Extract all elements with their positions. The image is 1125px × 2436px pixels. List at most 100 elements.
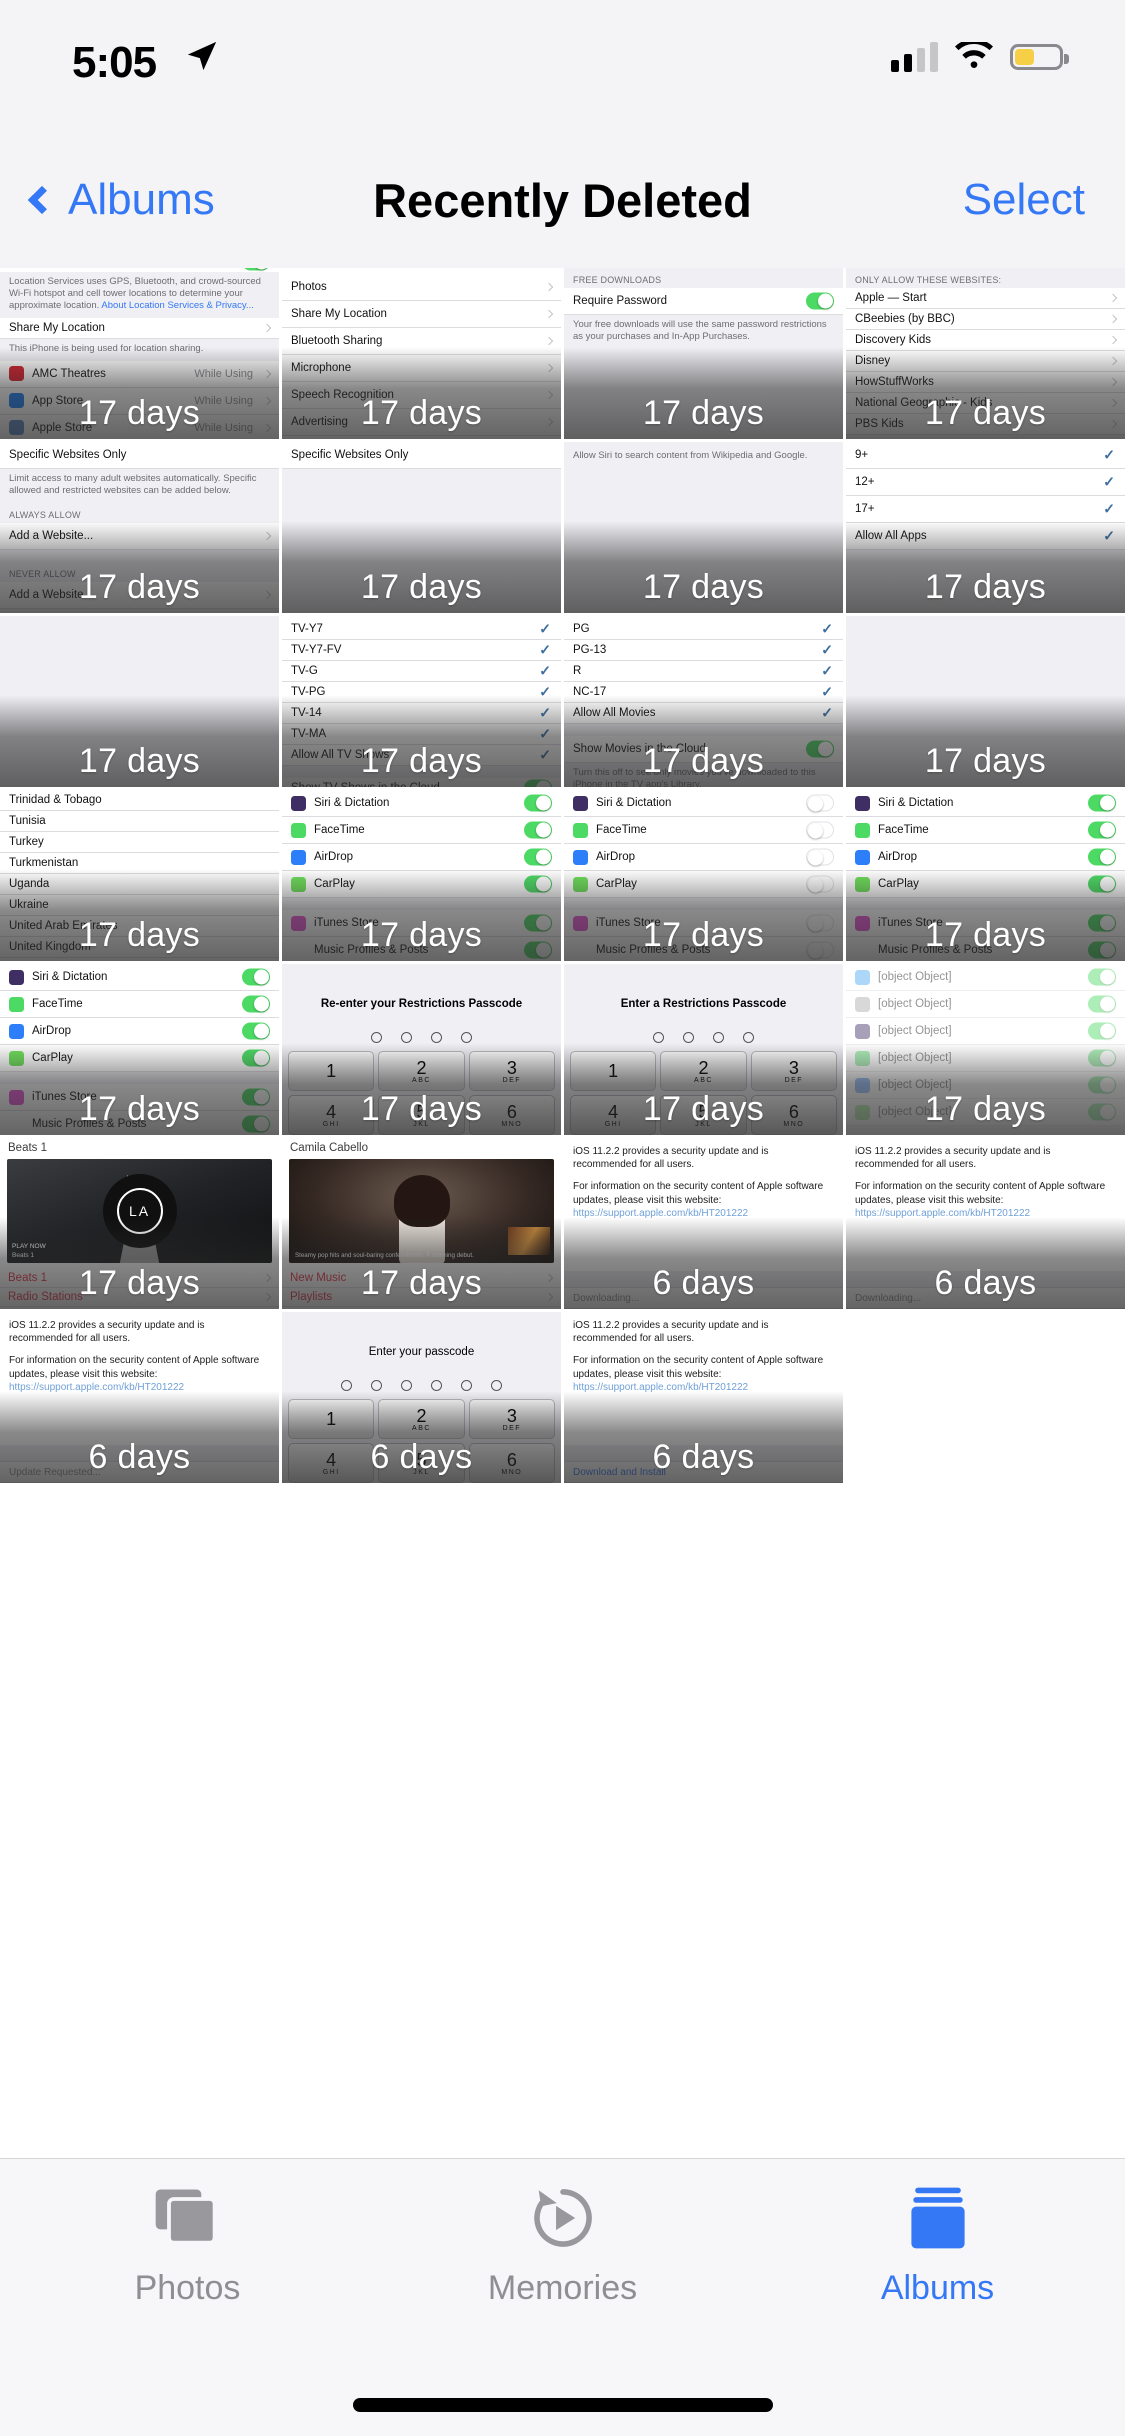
list-item[interactable]: TV-Y7 ✓: [282, 619, 561, 640]
toggle[interactable]: [806, 794, 834, 812]
toggle[interactable]: [1088, 1022, 1116, 1040]
toggle[interactable]: [806, 821, 834, 839]
list-item[interactable]: FaceTime: [0, 991, 279, 1018]
chevron-right-icon: [544, 282, 554, 292]
photo-thumbnail[interactable]: Beats 1 LIVE LA PLAY NOWBeats 1 Beats 1 …: [0, 1138, 279, 1309]
toggle[interactable]: [806, 848, 834, 866]
list-item[interactable]: FaceTime: [282, 817, 561, 844]
row-label: FaceTime: [314, 824, 365, 836]
list-item[interactable]: FaceTime: [846, 817, 1125, 844]
photo-thumbnail[interactable]: [object Object] [object Object] [object …: [846, 964, 1125, 1135]
photo-thumbnail[interactable]: Siri & Dictation FaceTime AirDrop CarPla…: [564, 790, 843, 961]
list-item[interactable]: TV-G ✓: [282, 661, 561, 682]
photo-thumbnail[interactable]: Camila Cabello Steamy pop hits and soul-…: [282, 1138, 561, 1309]
toggle[interactable]: [1088, 968, 1116, 986]
list-item[interactable]: Siri & Dictation: [846, 790, 1125, 817]
photo-thumbnail[interactable]: Allow Siri to search content from Wikipe…: [564, 442, 843, 613]
list-item[interactable]: Share My Location: [282, 301, 561, 328]
photo-thumbnail[interactable]: Specific Websites Only 17 days: [282, 442, 561, 613]
photo-thumbnail[interactable]: Trinidad & Tobago Tunisia Turkey Turkmen…: [0, 790, 279, 961]
toggle[interactable]: [524, 848, 552, 866]
row-label: TV-Y7-FV: [291, 644, 342, 656]
back-to-albums-button[interactable]: Albums: [26, 175, 215, 225]
list-item[interactable]: AirDrop: [564, 844, 843, 871]
list-item[interactable]: Siri & Dictation: [564, 790, 843, 817]
photo-thumbnail[interactable]: Location Services uses GPS, Bluetooth, a…: [0, 268, 279, 439]
safari-icon: [855, 969, 870, 985]
list-item[interactable]: Specific Websites Only: [282, 442, 561, 469]
select-button[interactable]: Select: [963, 175, 1085, 225]
tab-albums[interactable]: Albums: [750, 2185, 1125, 2308]
list-item[interactable]: R ✓: [564, 661, 843, 682]
row-label: PG-13: [573, 644, 607, 656]
facetime-icon: [573, 822, 588, 838]
days-remaining-badge: 6 days: [564, 1391, 843, 1483]
list-item[interactable]: 9+ ✓: [846, 442, 1125, 469]
photo-thumbnail[interactable]: iOS 11.2.2 provides a security update an…: [564, 1312, 843, 1483]
music-section-title: Beats 1: [8, 1141, 47, 1154]
photo-thumbnail[interactable]: Re-enter your Restrictions Passcode 1 2A…: [282, 964, 561, 1135]
photo-thumbnail[interactable]: ONLY ALLOW THESE WEBSITES: Apple — Start…: [846, 268, 1125, 439]
list-item[interactable]: AirDrop: [0, 1018, 279, 1045]
photo-thumbnail[interactable]: iOS 11.2.2 provides a security update an…: [846, 1138, 1125, 1309]
photo-thumbnail[interactable]: Enter your passcode 1 2ABC 3DEF 4GHI 5JK…: [282, 1312, 561, 1483]
list-item[interactable]: TV-Y7-FV ✓: [282, 640, 561, 661]
photo-thumbnail[interactable]: Siri & Dictation FaceTime AirDrop CarPla…: [0, 964, 279, 1135]
list-item[interactable]: AirDrop: [846, 844, 1125, 871]
list-item[interactable]: [object Object]: [846, 991, 1125, 1018]
photo-thumbnail[interactable]: PG✓ PG-13✓ R✓ NC-17✓ Allow All Movies✓ S…: [564, 616, 843, 787]
list-item[interactable]: Share My Location: [0, 317, 279, 339]
section-header: FREE DOWNLOADS: [564, 268, 843, 288]
list-item[interactable]: Require Password: [564, 288, 843, 315]
photo-thumbnail[interactable]: 9+✓ 12+✓ 17+✓ Allow All Apps✓ 17 days: [846, 442, 1125, 613]
toggle[interactable]: [242, 995, 270, 1013]
photo-thumbnail[interactable]: 17 days: [846, 616, 1125, 787]
photo-thumbnail[interactable]: iOS 11.2.2 provides a security update an…: [0, 1312, 279, 1483]
list-item[interactable]: Siri & Dictation: [282, 790, 561, 817]
list-item[interactable]: PG-13 ✓: [564, 640, 843, 661]
ls-note-link[interactable]: About Location Services & Privacy...: [101, 300, 253, 311]
toggle[interactable]: [524, 821, 552, 839]
photo-thumbnail[interactable]: Enter a Restrictions Passcode 1 2ABC 3DE…: [564, 964, 843, 1135]
list-item[interactable]: [object Object]: [846, 1018, 1125, 1045]
list-item[interactable]: PG ✓: [564, 619, 843, 640]
list-item[interactable]: Turkey: [0, 832, 279, 853]
toggle[interactable]: [1088, 821, 1116, 839]
list-item[interactable]: CBeebies (by BBC): [846, 309, 1125, 330]
list-item[interactable]: [object Object]: [846, 964, 1125, 991]
list-item[interactable]: FaceTime: [564, 817, 843, 844]
list-item[interactable]: Specific Websites Only: [0, 442, 279, 469]
memories-icon: [525, 2185, 601, 2251]
photo-thumbnail[interactable]: FREE DOWNLOADS Require Password Your fre…: [564, 268, 843, 439]
list-item[interactable]: Tunisia: [0, 811, 279, 832]
list-item[interactable]: Apple — Start: [846, 288, 1125, 309]
photo-thumbnail[interactable]: TV-Y7✓ TV-Y7-FV✓ TV-G✓ TV-PG✓ TV-14✓ TV-…: [282, 616, 561, 787]
list-item[interactable]: 12+ ✓: [846, 469, 1125, 496]
list-item[interactable]: Photos: [282, 274, 561, 301]
photo-thumbnail[interactable]: iOS 11.2.2 provides a security update an…: [564, 1138, 843, 1309]
photo-thumbnail[interactable]: Specific Websites Only Limit access to m…: [0, 442, 279, 613]
toggle[interactable]: [1088, 794, 1116, 812]
list-item[interactable]: 17+ ✓: [846, 496, 1125, 523]
checkmark-icon: ✓: [1103, 446, 1115, 463]
toggle[interactable]: [242, 968, 270, 986]
list-item[interactable]: Trinidad & Tobago: [0, 790, 279, 811]
photo-thumbnail[interactable]: Siri & Dictation FaceTime AirDrop CarPla…: [282, 790, 561, 961]
photo-thumbnail[interactable]: Photos Share My Location Bluetooth Shari…: [282, 268, 561, 439]
days-remaining-badge: 17 days: [564, 1043, 843, 1135]
require-password-toggle[interactable]: [806, 292, 834, 310]
photo-thumbnail[interactable]: 17 days: [0, 616, 279, 787]
camera-icon: [855, 996, 870, 1012]
toggle[interactable]: [524, 794, 552, 812]
tab-photos[interactable]: Photos: [0, 2185, 375, 2308]
photo-grid: Location Services uses GPS, Bluetooth, a…: [0, 268, 1125, 2158]
toggle[interactable]: [1088, 848, 1116, 866]
toggle[interactable]: [1088, 995, 1116, 1013]
list-item[interactable]: AirDrop: [282, 844, 561, 871]
tab-memories[interactable]: Memories: [375, 2185, 750, 2308]
toggle[interactable]: [242, 1022, 270, 1040]
list-item[interactable]: Siri & Dictation: [0, 964, 279, 991]
status-bar-indicators: [891, 36, 1069, 78]
photo-thumbnail[interactable]: Siri & Dictation FaceTime AirDrop CarPla…: [846, 790, 1125, 961]
passcode-dots: [371, 1032, 472, 1043]
